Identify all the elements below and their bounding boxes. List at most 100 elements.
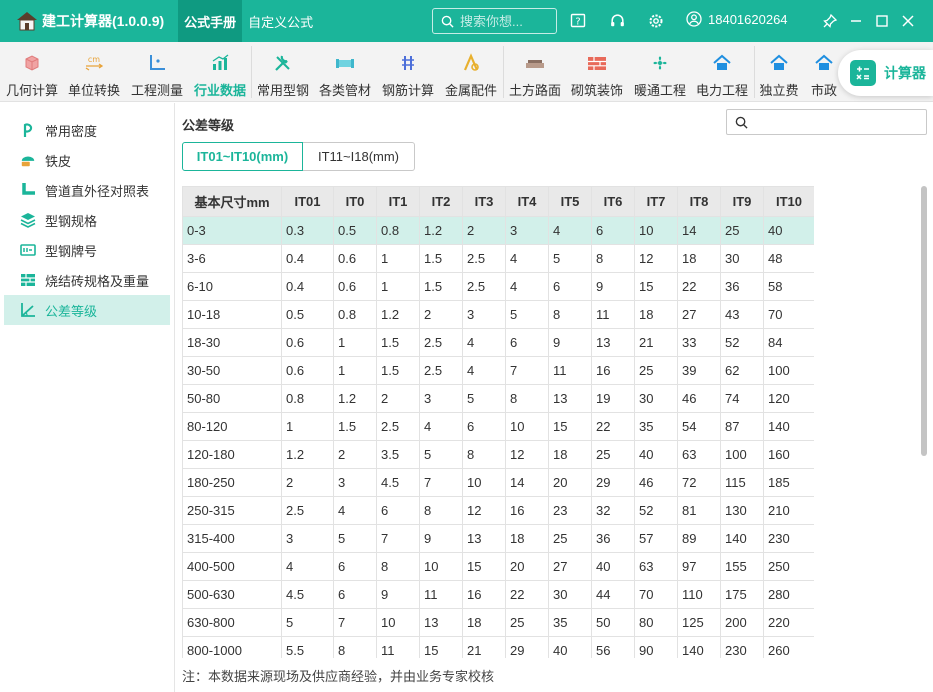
close-icon[interactable]	[898, 11, 918, 31]
tolerance-cell: 18	[634, 300, 678, 329]
tolerance-cell: 155	[720, 552, 764, 581]
tool-geometry[interactable]: 几何计算	[4, 42, 60, 102]
global-search-input[interactable]	[460, 13, 550, 29]
table-row[interactable]: 120-180 1.2 2 3.5 5 8 12 18 25 40 63 100 160	[182, 440, 814, 469]
segment-it01-it10[interactable]: IT01~IT10(mm)	[182, 142, 303, 171]
tool-masonry[interactable]: 砌筑装饰	[569, 42, 625, 102]
size-range-cell: 250-315	[182, 496, 282, 525]
table-search[interactable]	[726, 109, 927, 135]
tool-industry-data[interactable]: 行业数据	[192, 42, 248, 102]
tool-steel[interactable]: 常用型钢	[255, 42, 311, 102]
minimize-icon[interactable]	[846, 11, 866, 31]
tolerance-cell: 5	[548, 244, 592, 273]
table-row[interactable]: 800-1000 5.5 8 11 15 21 29 40 56 90 140 230 260	[182, 636, 814, 658]
tool-label: 工程测量	[130, 83, 183, 98]
tolerance-cell: 15	[548, 412, 592, 441]
table-row[interactable]: 80-120 1 1.5 2.5 4 6 10 15 22 35 54 87 140	[182, 412, 814, 441]
segment-it11-it18[interactable]: IT11~I18(mm)	[303, 142, 415, 171]
sidebar-item-steel-spec[interactable]: 型钢规格	[4, 205, 170, 235]
tolerance-cell: 29	[505, 636, 549, 658]
tolerance-cell: 250	[763, 552, 814, 581]
tool-pipes[interactable]: 各类管材	[317, 42, 373, 102]
gear-icon[interactable]	[646, 11, 666, 31]
tolerance-cell: 4	[419, 412, 463, 441]
tolerance-cell: 1.5	[376, 328, 420, 357]
app-logo-icon	[14, 8, 40, 34]
table-row[interactable]: 3-6 0.4 0.6 1 1.5 2.5 4 5 8 12 18 30 48	[182, 244, 814, 273]
road-icon	[524, 52, 546, 74]
tool-rebar[interactable]: 钢筋计算	[380, 42, 436, 102]
tool-electric[interactable]: 电力工程	[694, 42, 750, 102]
table-row[interactable]: 0-3 0.3 0.5 0.8 1.2 2 3 4 6 10 14 25 40	[182, 216, 814, 245]
tolerance-cell: 21	[462, 636, 506, 658]
size-range-cell: 18-30	[182, 328, 282, 357]
toolbar-divider	[754, 46, 755, 98]
tolerance-cell: 13	[462, 524, 506, 553]
tolerance-cell: 0.8	[281, 384, 334, 413]
tolerance-cell: 13	[591, 328, 635, 357]
tool-independent-fee[interactable]: 独立费	[758, 42, 800, 102]
table-scrollbar[interactable]	[921, 186, 927, 456]
tool-fittings[interactable]: 金属配件	[443, 42, 499, 102]
maximize-icon[interactable]	[872, 11, 892, 31]
sidebar-item-pipe-diameter[interactable]: 管道直外径对照表	[4, 175, 170, 205]
user-account[interactable]: 18401620264	[686, 11, 788, 27]
tolerance-cell: 6	[505, 328, 549, 357]
global-search[interactable]	[432, 8, 557, 34]
tolerance-cell: 22	[591, 412, 635, 441]
sidebar-item-tolerance[interactable]: 公差等级	[4, 295, 170, 325]
table-search-input[interactable]	[754, 114, 924, 130]
sidebar-item-steel-grade[interactable]: 型钢牌号	[4, 235, 170, 265]
tolerance-cell: 62	[720, 356, 764, 385]
tolerance-cell: 72	[677, 468, 721, 497]
tolerance-cell: 1.2	[281, 440, 334, 469]
table-row[interactable]: 400-500 4 6 8 10 15 20 27 40 63 97 155 250	[182, 552, 814, 581]
tolerance-cell: 70	[763, 300, 814, 329]
tool-earthwork[interactable]: 土方路面	[507, 42, 563, 102]
tolerance-cell: 19	[591, 384, 635, 413]
table-row[interactable]: 50-80 0.8 1.2 2 3 5 8 13 19 30 46 74 120	[182, 384, 814, 413]
tool-survey[interactable]: 工程测量	[129, 42, 185, 102]
table-row[interactable]: 315-400 3 5 7 9 13 18 25 36 57 89 140 230	[182, 524, 814, 553]
tolerance-cell: 90	[634, 636, 678, 658]
tolerance-cell: 115	[720, 468, 764, 497]
tolerance-cell: 30	[548, 580, 592, 609]
tolerance-cell: 11	[548, 356, 592, 385]
sidebar-item-density[interactable]: 常用密度	[4, 115, 170, 145]
tolerance-cell: 6	[462, 412, 506, 441]
table-row[interactable]: 10-18 0.5 0.8 1.2 2 3 5 8 11 18 27 43 70	[182, 300, 814, 329]
tolerance-cell: 2.5	[376, 412, 420, 441]
tool-municipal[interactable]: 市政	[808, 42, 840, 102]
table-row[interactable]: 500-630 4.5 6 9 11 16 22 30 44 70 110 175 280	[182, 580, 814, 609]
tolerance-cell: 125	[677, 608, 721, 637]
table-row[interactable]: 250-315 2.5 4 6 8 12 16 23 32 52 81 130 210	[182, 496, 814, 525]
table-row[interactable]: 6-10 0.4 0.6 1 1.5 2.5 4 6 9 15 22 36 58	[182, 272, 814, 301]
col-header: IT10	[763, 186, 814, 217]
tolerance-cell: 1.2	[333, 384, 377, 413]
table-row[interactable]: 180-250 2 3 4.5 7 10 14 20 29 46 72 115 185	[182, 468, 814, 497]
tool-hvac[interactable]: 暖通工程	[632, 42, 688, 102]
help-icon[interactable]: ?	[568, 11, 588, 31]
col-header: IT1	[376, 186, 420, 217]
tolerance-cell: 2	[281, 468, 334, 497]
table-row[interactable]: 30-50 0.6 1 1.5 2.5 4 7 11 16 25 39 62 100	[182, 356, 814, 385]
tolerance-cell: 25	[720, 216, 764, 245]
sidebar-item-sheet-metal[interactable]: 铁皮	[4, 145, 170, 175]
tolerance-cell: 44	[591, 580, 635, 609]
tab-custom-formula[interactable]: 自定义公式	[242, 0, 319, 42]
tool-unit-convert[interactable]: cm 单位转换	[66, 42, 122, 102]
calculator-button[interactable]: 计算器	[838, 50, 933, 96]
tolerance-cell: 0.3	[281, 216, 334, 245]
table-row[interactable]: 630-800 5 7 10 13 18 25 35 50 80 125 200 220	[182, 608, 814, 637]
tolerance-cell: 1.5	[419, 272, 463, 301]
tab-formula-manual[interactable]: 公式手册	[178, 0, 243, 42]
sidebar-item-brick[interactable]: 烧结砖规格及重量	[4, 265, 170, 295]
table-row[interactable]: 18-30 0.6 1 1.5 2.5 4 6 9 13 21 33 52 84	[182, 328, 814, 357]
tool-label: 各类管材	[318, 83, 371, 98]
pin-icon[interactable]	[820, 11, 840, 31]
tolerance-cell: 14	[505, 468, 549, 497]
wrench-icon	[273, 52, 293, 74]
headset-icon[interactable]	[607, 11, 627, 31]
tolerance-cell: 58	[763, 272, 814, 301]
tolerance-cell: 1	[376, 244, 420, 273]
